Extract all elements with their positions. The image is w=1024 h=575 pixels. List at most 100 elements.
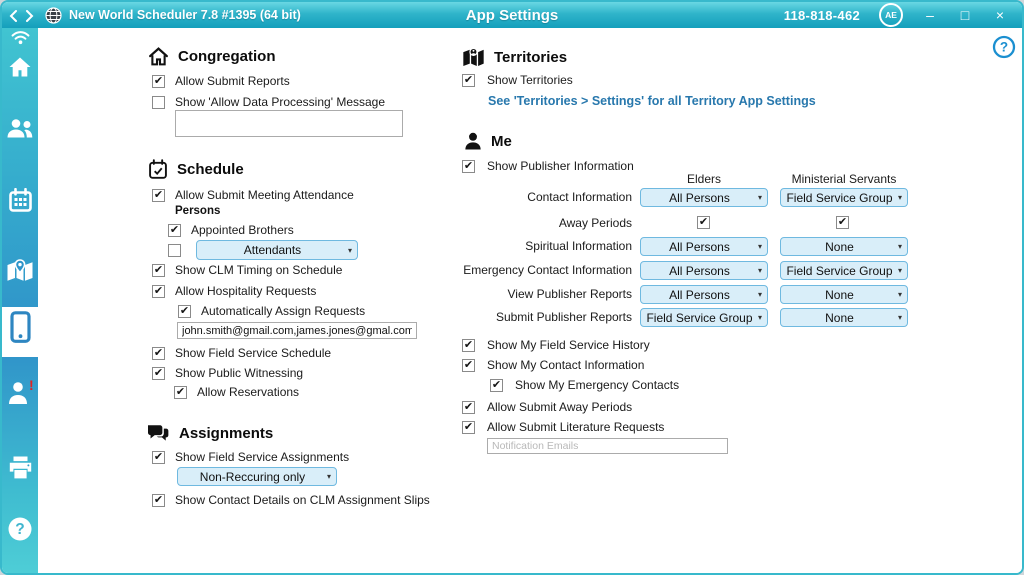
setting-label: Show CLM Timing on Schedule: [175, 263, 342, 277]
setting-show-fs-assignments: ✔ Show Field Service Assignments: [152, 449, 349, 465]
checkbox[interactable]: ✔: [174, 386, 187, 399]
away-periods-elders-checkbox[interactable]: ✔: [697, 216, 710, 229]
help-icon[interactable]: ?: [992, 35, 1016, 59]
persons-group-label: Persons: [175, 205, 220, 217]
dropdown-value: None: [781, 288, 898, 302]
chevron-down-icon: ▾: [898, 266, 902, 275]
setting-label: Show Field Service Schedule: [175, 346, 331, 360]
dropdown-value: All Persons: [641, 240, 758, 254]
checkbox[interactable]: ✔: [462, 401, 475, 414]
sidebar-item-help[interactable]: ?: [2, 511, 38, 547]
setting-show-field-service-schedule: ✔ Show Field Service Schedule: [152, 345, 331, 361]
submit-reports-elders-dropdown[interactable]: Field Service Group▾: [640, 308, 768, 327]
maximize-button[interactable]: □: [957, 8, 973, 22]
setting-show-my-emergency-contacts: ✔ Show My Emergency Contacts: [490, 377, 679, 393]
grid-label-spiritual-information: Spiritual Information: [438, 237, 632, 256]
territories-settings-link[interactable]: See 'Territories > Settings' for all Ter…: [488, 94, 816, 108]
sidebar-item-calendar[interactable]: [2, 182, 38, 218]
setting-label: Show Contact Details on CLM Assignment S…: [175, 493, 430, 507]
setting-label: Show Territories: [487, 73, 573, 87]
hospitality-emails-input[interactable]: [177, 322, 417, 339]
checkbox[interactable]: ✔: [490, 379, 503, 392]
checkbox[interactable]: ✔: [152, 189, 165, 202]
checkbox[interactable]: ✔: [152, 494, 165, 507]
checkbox[interactable]: ✔: [152, 75, 165, 88]
chevron-down-icon: ▾: [758, 242, 762, 251]
close-button[interactable]: ×: [992, 8, 1008, 22]
setting-label: Allow Submit Meeting Attendance: [175, 188, 354, 202]
setting-label: Allow Hospitality Requests: [175, 284, 316, 298]
section-title: Assignments: [179, 425, 273, 442]
checkbox[interactable]: ✔: [152, 264, 165, 277]
checkbox[interactable]: ✔: [178, 305, 191, 318]
dropdown-value: Field Service Group: [781, 191, 898, 205]
checkbox[interactable]: ✔: [462, 421, 475, 434]
svg-text:!: !: [29, 379, 34, 393]
sidebar-item-mobile-app[interactable]: [2, 309, 38, 345]
view-reports-elders-dropdown[interactable]: All Persons▾: [640, 285, 768, 304]
globe-icon: [45, 7, 62, 24]
away-periods-ms-checkbox[interactable]: ✔: [836, 216, 849, 229]
setting-appointed-brothers: ✔ Appointed Brothers: [168, 222, 294, 238]
spiritual-info-elders-dropdown[interactable]: All Persons▾: [640, 237, 768, 256]
recurrence-dropdown[interactable]: Non-Reccuring only ▾: [177, 467, 337, 486]
checkbox[interactable]: ✔: [462, 339, 475, 352]
setting-label: Show Publisher Information: [487, 159, 634, 173]
settings-content: ? Congregation ✔ Allow Submit Reports Sh…: [38, 28, 1022, 573]
account-badge[interactable]: AE: [879, 3, 903, 27]
calendar-check-icon: [148, 159, 168, 180]
setting-label: Show My Contact Information: [487, 358, 644, 372]
setting-allow-hospitality: ✔ Allow Hospitality Requests: [152, 283, 316, 299]
checkbox[interactable]: ✔: [152, 285, 165, 298]
section-congregation: Congregation: [148, 45, 276, 67]
setting-label: Allow Submit Reports: [175, 74, 290, 88]
checkbox[interactable]: ✔: [152, 347, 165, 360]
setting-label: Show 'Allow Data Processing' Message: [175, 95, 385, 109]
checkbox[interactable]: ✔: [462, 74, 475, 87]
sidebar-item-print[interactable]: [2, 449, 38, 485]
contact-info-ms-dropdown[interactable]: Field Service Group▾: [780, 188, 908, 207]
setting-show-clm-timing: ✔ Show CLM Timing on Schedule: [152, 262, 342, 278]
section-title: Me: [491, 133, 512, 150]
setting-allow-submit-literature: ✔ Allow Submit Literature Requests: [462, 419, 664, 435]
territory-map-icon: [462, 47, 485, 67]
checkbox[interactable]: ✔: [462, 160, 475, 173]
grid-label-away-periods: Away Periods: [438, 214, 632, 233]
sidebar-item-home[interactable]: [2, 49, 38, 85]
sidebar-item-person-alert[interactable]: !: [2, 374, 38, 410]
spiritual-info-ms-dropdown[interactable]: None▾: [780, 237, 908, 256]
chevron-down-icon: ▾: [898, 313, 902, 322]
column-header-elders: Elders: [640, 172, 768, 186]
checkbox[interactable]: ✔: [152, 367, 165, 380]
dropdown-value: All Persons: [641, 191, 758, 205]
grid-label-submit-publisher-reports: Submit Publisher Reports: [438, 308, 632, 327]
setting-auto-assign-requests: ✔ Automatically Assign Requests: [178, 303, 365, 319]
data-processing-message-input[interactable]: [175, 110, 403, 137]
section-title: Congregation: [178, 48, 276, 65]
app-window: New World Scheduler 7.8 #1395 (64 bit) A…: [0, 0, 1024, 575]
dropdown-value: Attendants: [197, 243, 348, 257]
chevron-down-icon: ▾: [758, 193, 762, 202]
notification-emails-input[interactable]: [487, 438, 728, 454]
emergency-contact-elders-dropdown[interactable]: All Persons▾: [640, 261, 768, 280]
contact-info-elders-dropdown[interactable]: All Persons▾: [640, 188, 768, 207]
submit-reports-ms-dropdown[interactable]: None▾: [780, 308, 908, 327]
chevron-down-icon: ▾: [758, 290, 762, 299]
checkbox[interactable]: [152, 96, 165, 109]
attendants-dropdown[interactable]: Attendants ▾: [196, 240, 358, 260]
grid-label-view-publisher-reports: View Publisher Reports: [438, 285, 632, 304]
chevron-down-icon: ▾: [898, 290, 902, 299]
sidebar-item-persons[interactable]: [2, 110, 38, 146]
dropdown-value: Field Service Group: [641, 311, 758, 325]
emergency-contact-ms-dropdown[interactable]: Field Service Group▾: [780, 261, 908, 280]
checkbox[interactable]: ✔: [462, 359, 475, 372]
dropdown-value: Field Service Group: [781, 264, 898, 278]
checkbox[interactable]: ✔: [152, 451, 165, 464]
minimize-button[interactable]: –: [922, 8, 938, 22]
view-reports-ms-dropdown[interactable]: None▾: [780, 285, 908, 304]
column-header-ministerial-servants: Ministerial Servants: [780, 172, 908, 186]
sidebar-item-territories[interactable]: [2, 253, 38, 289]
checkbox[interactable]: ✔: [168, 224, 181, 237]
checkbox[interactable]: [168, 244, 181, 257]
chevron-down-icon: ▾: [758, 266, 762, 275]
